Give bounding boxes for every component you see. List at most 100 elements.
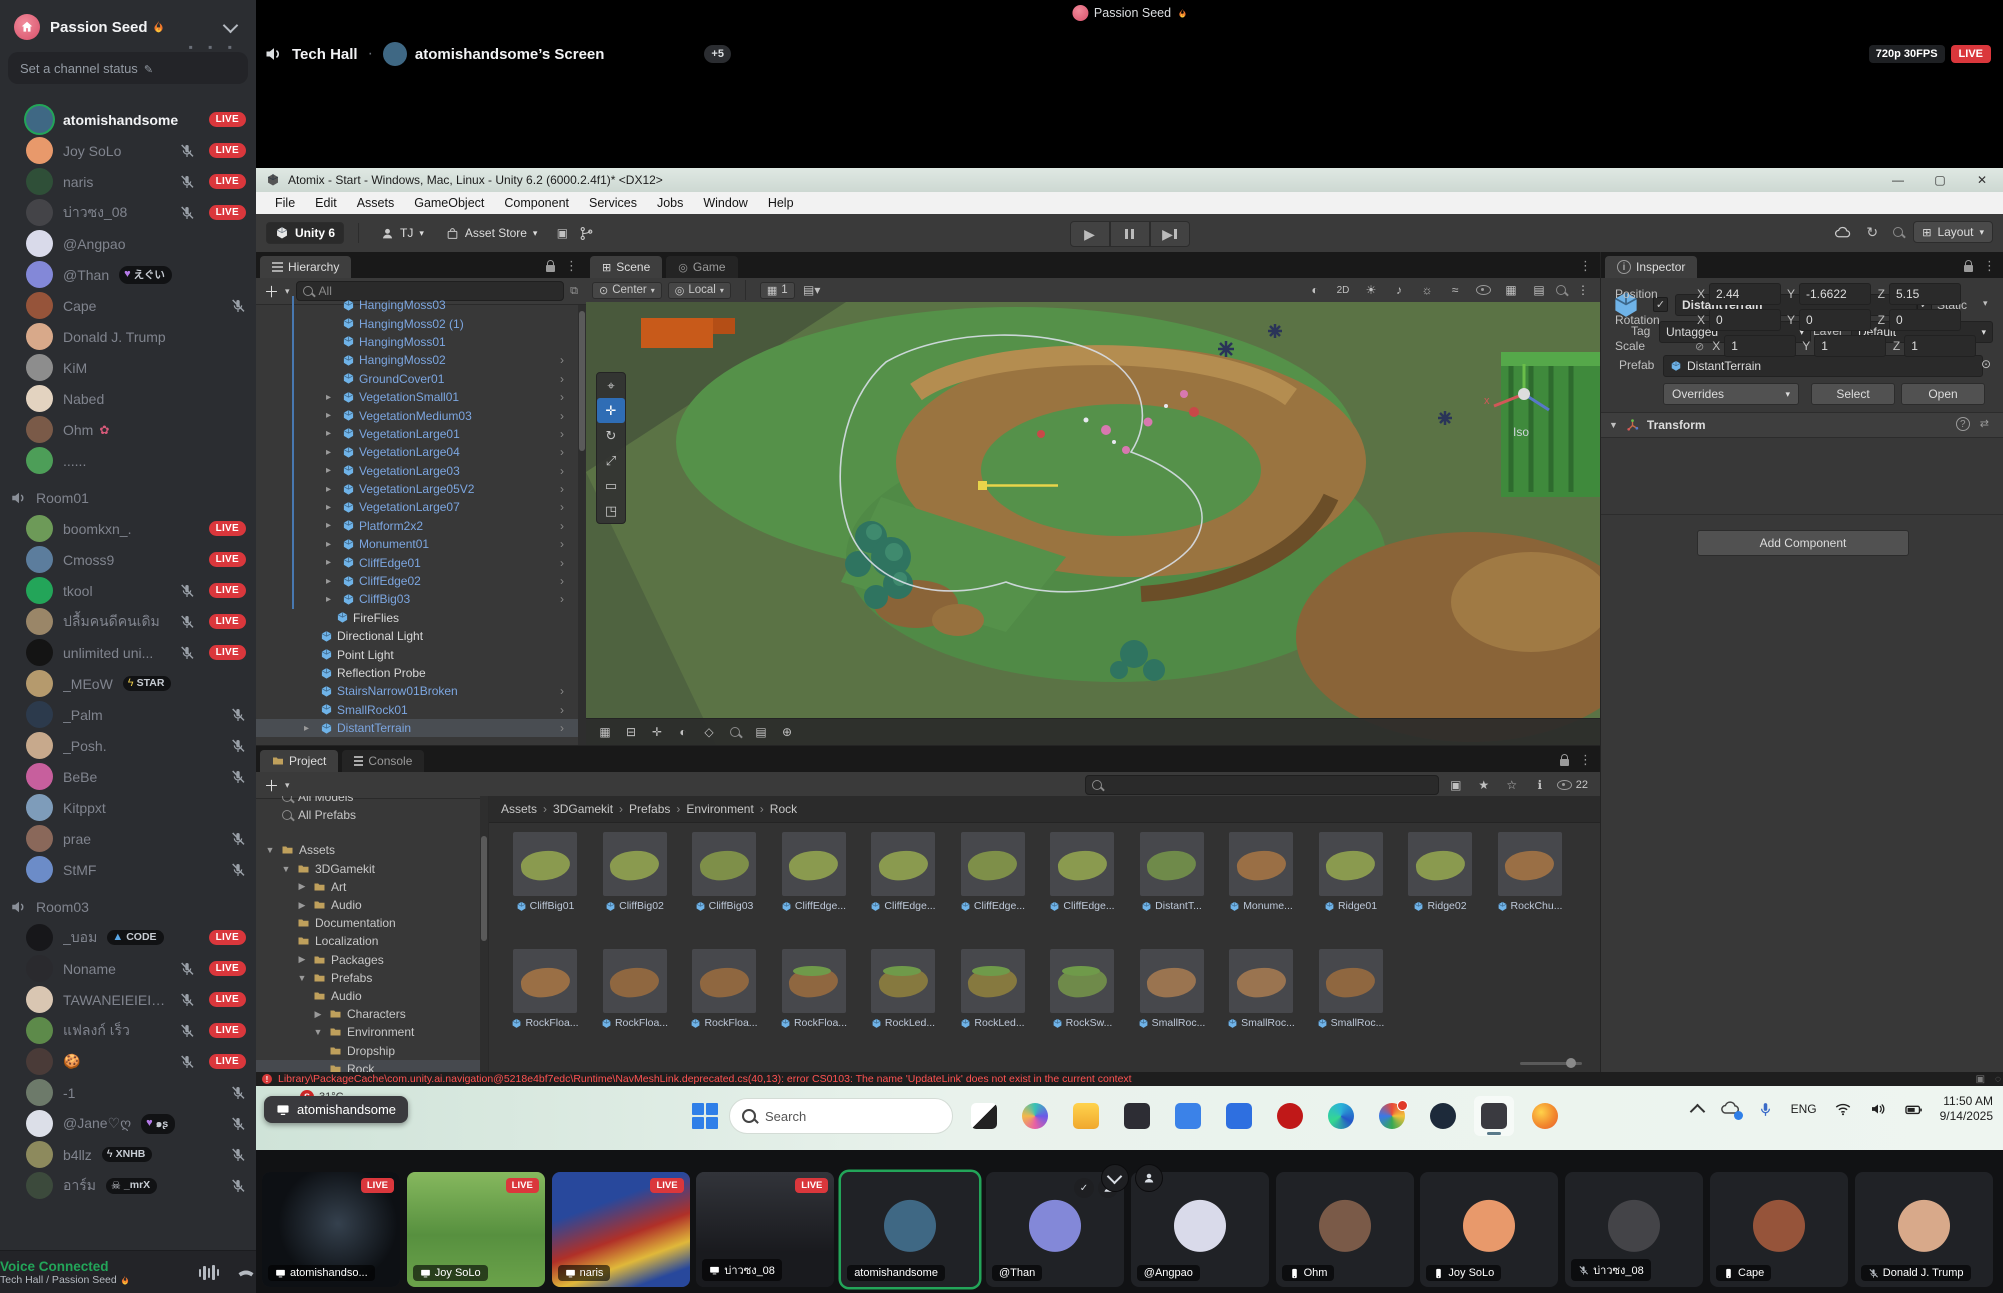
version-control-icon[interactable]	[579, 226, 594, 241]
copilot-icon[interactable]	[1015, 1096, 1055, 1136]
expand-arrow-icon[interactable]: ▸	[326, 392, 338, 403]
hierarchy-item[interactable]: ▸ VegetationLarge03 ›	[256, 462, 578, 480]
hierarchy-item[interactable]: HangingMoss01	[256, 333, 578, 351]
voice-user-row[interactable]: -1	[0, 1077, 256, 1108]
voice-user-row[interactable]: ......	[0, 445, 256, 476]
axis-y-field[interactable]: -1.6622	[1799, 283, 1871, 305]
voice-user-row[interactable]: อาร์ม ☠_mrX	[0, 1170, 256, 1201]
move-tool[interactable]: ✛	[597, 398, 625, 423]
stream-quality-badge[interactable]: 720p 30FPS	[1869, 45, 1945, 63]
voice-user-row[interactable]: แฟลงก์ เร็ว LIVE	[0, 1015, 256, 1046]
fog-toggle-icon[interactable]: ≈	[1444, 281, 1466, 299]
rotate-tool[interactable]: ↻	[597, 423, 625, 448]
foldout-closed-icon[interactable]: ▶	[296, 881, 308, 892]
tab-inspector[interactable]: iInspector	[1605, 256, 1697, 278]
hierarchy-item[interactable]: SmallRock01 ›	[256, 701, 578, 719]
asset-item[interactable]: RockLed...	[961, 949, 1025, 1029]
hierarchy-item[interactable]: ▸ VegetationSmall01 ›	[256, 388, 578, 406]
server-dropdown-chevron-icon[interactable]	[223, 17, 239, 33]
menu-item[interactable]: Jobs	[648, 194, 692, 212]
panel-menu-icon[interactable]: ⋮	[565, 258, 578, 274]
checkmark-icon[interactable]: ✓	[1074, 1178, 1094, 1198]
link-scale-icon[interactable]: ⊘	[1695, 340, 1704, 353]
children-arrow-icon[interactable]: ›	[560, 409, 564, 423]
asset-item[interactable]: Monume...	[1229, 832, 1293, 912]
tab-scene[interactable]: ⊞Scene	[590, 256, 662, 278]
menu-item[interactable]: Window	[694, 194, 756, 212]
project-tree-item[interactable]: ▶ Art	[256, 878, 488, 896]
edge-icon[interactable]	[1321, 1096, 1361, 1136]
voice-user-row[interactable]: boomkxn_. LIVE	[0, 513, 256, 544]
dark-app-icon[interactable]	[1117, 1096, 1157, 1136]
project-tree-item[interactable]: ▼ Prefabs	[256, 969, 488, 987]
search-by-type-icon[interactable]: ▣	[1445, 776, 1467, 794]
onedrive-icon[interactable]	[1720, 1098, 1740, 1121]
hierarchy-item[interactable]: ▸ CliffBig03 ›	[256, 590, 578, 608]
hierarchy-scrollbar[interactable]	[578, 305, 586, 745]
voice-user-row[interactable]: _Palm	[0, 699, 256, 730]
foldout-arrow-icon[interactable]: ▼	[1609, 420, 1618, 430]
asset-item[interactable]: RockFloa...	[692, 949, 756, 1029]
children-arrow-icon[interactable]: ›	[560, 372, 564, 386]
account-button[interactable]: TJ▾	[373, 223, 432, 243]
hierarchy-item[interactable]: GroundCover01 ›	[256, 370, 578, 388]
asset-item[interactable]: CliffEdge...	[782, 832, 846, 912]
step-button[interactable]: ▶	[1150, 221, 1190, 247]
participant-tile[interactable]: บ่าวซง_08	[1565, 1172, 1703, 1287]
children-arrow-icon[interactable]: ›	[560, 721, 564, 735]
collapse-tiles-button[interactable]	[1101, 1164, 1129, 1192]
pause-button[interactable]	[1110, 221, 1150, 247]
hierarchy-item[interactable]: ▸ CliffEdge01 ›	[256, 553, 578, 571]
tree-scrollbar[interactable]	[480, 796, 488, 1073]
add-component-button[interactable]: Add Component	[1697, 530, 1909, 556]
overrides-dropdown[interactable]: Overrides▾	[1663, 383, 1799, 405]
breadcrumb-item[interactable]: Prefabs	[629, 802, 680, 816]
hierarchy-item[interactable]: Point Light	[256, 645, 578, 663]
participant-tile[interactable]: atomishandsome	[841, 1172, 979, 1287]
foldout-open-icon[interactable]: ▼	[312, 1027, 324, 1037]
participant-tile[interactable]: LIVE naris	[552, 1172, 690, 1287]
foldout-closed-icon[interactable]: ▶	[296, 954, 308, 965]
project-tree-item[interactable]: Dropship	[256, 1041, 488, 1059]
layout-dropdown[interactable]: ⊞Layout▾	[1913, 221, 1993, 243]
hierarchy-item[interactable]: HangingMoss03	[256, 296, 578, 314]
hierarchy-item[interactable]: FireFlies	[256, 609, 578, 627]
hidden-packages-count[interactable]: 22	[1557, 779, 1588, 791]
camera-settings-icon[interactable]: ▤	[1528, 281, 1550, 299]
scene-viewport[interactable]: x Iso ⌖ ✛ ↻ ⤢ ▭ ◳ ▦ ⊟ ✛ ◐ ◇	[586, 302, 1600, 745]
project-search-input[interactable]	[1085, 775, 1439, 795]
participant-tile[interactable]: LIVE Joy SoLo	[407, 1172, 545, 1287]
project-tree-item[interactable]: ▶ Audio	[256, 896, 488, 914]
start-button[interactable]	[692, 1103, 718, 1129]
tool-handle-pivot-dropdown[interactable]: ⊙Center▾	[592, 282, 662, 299]
undo-history-icon[interactable]: ↻	[1861, 223, 1883, 241]
scene-render[interactable]: x Iso	[586, 302, 1600, 745]
help-icon[interactable]: ?	[1956, 417, 1970, 431]
snap-icon[interactable]: ◇	[698, 723, 720, 741]
voice-user-row[interactable]: @Angpao	[0, 228, 256, 259]
axis-y-field[interactable]: 1	[1814, 335, 1886, 357]
expand-arrow-icon[interactable]: ▸	[326, 520, 338, 531]
asset-item[interactable]: RockLed...	[871, 949, 935, 1029]
voice-user-row[interactable]: Ohm ✿	[0, 414, 256, 445]
expand-arrow-icon[interactable]: ▸	[326, 576, 338, 587]
menu-item[interactable]: Assets	[348, 194, 404, 212]
asset-item[interactable]: SmallRoc...	[1319, 949, 1383, 1029]
lighting-toggle-icon[interactable]: ☀	[1360, 281, 1382, 299]
voice-user-row[interactable]: Kitppxt	[0, 792, 256, 823]
prefab-open-button[interactable]: Open	[1901, 383, 1985, 405]
battery-icon[interactable]	[1904, 1100, 1923, 1119]
scale-tool[interactable]: ⤢	[597, 448, 625, 473]
grid-visibility-icon[interactable]: ▦	[1500, 281, 1522, 299]
zoom-icon[interactable]	[724, 723, 746, 741]
firefox-icon[interactable]	[1525, 1096, 1565, 1136]
voice-user-row[interactable]: BeBe	[0, 761, 256, 792]
voice-user-row[interactable]: Donald J. Trump	[0, 321, 256, 352]
menu-item[interactable]: Services	[580, 194, 646, 212]
scene-search-icon[interactable]	[1556, 285, 1566, 295]
overlay-layout-icon[interactable]: ⊟	[620, 723, 642, 741]
search-icon[interactable]	[1893, 227, 1903, 237]
axis-x-field[interactable]: 0	[1709, 309, 1781, 331]
asset-item[interactable]: RockFloa...	[513, 949, 577, 1029]
microphone-tray-icon[interactable]	[1757, 1101, 1774, 1118]
